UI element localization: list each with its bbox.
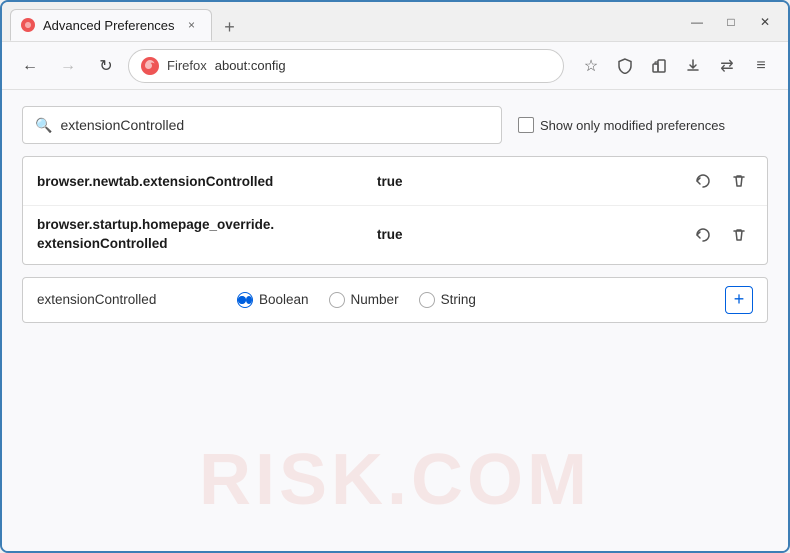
tab-close-button[interactable]: × [183, 16, 201, 34]
pref-value: true [377, 174, 689, 189]
boolean-radio[interactable] [237, 292, 253, 308]
nav-icons: ☆ ⇄ ≡ [576, 51, 776, 81]
reset-button[interactable] [689, 167, 717, 195]
type-number[interactable]: Number [329, 292, 399, 308]
tab-title: Advanced Preferences [43, 18, 175, 33]
url-bar[interactable]: Firefox about:config [128, 49, 564, 83]
download-icon[interactable] [678, 51, 708, 81]
pref-value: true [377, 227, 689, 242]
close-button[interactable]: ✕ [750, 8, 780, 36]
extension-icon[interactable] [644, 51, 674, 81]
show-modified-label: Show only modified preferences [540, 118, 725, 133]
main-content: RISK.COM 🔍 Show only modified preference… [2, 90, 788, 551]
search-icon: 🔍 [35, 117, 52, 134]
new-pref-name: extensionControlled [37, 292, 217, 307]
preference-search-box[interactable]: 🔍 [22, 106, 502, 144]
table-row: browser.newtab.extensionControlled true [23, 157, 767, 206]
back-button[interactable]: ← [14, 50, 46, 82]
delete-button[interactable] [725, 167, 753, 195]
pref-name: browser.newtab.extensionControlled [37, 174, 377, 189]
sync-icon[interactable]: ⇄ [712, 51, 742, 81]
string-radio[interactable] [419, 292, 435, 308]
row-actions [689, 167, 753, 195]
maximize-button[interactable]: □ [716, 8, 746, 36]
boolean-label: Boolean [259, 292, 309, 307]
firefox-icon [141, 57, 159, 75]
nav-bar: ← → ↻ Firefox about:config ☆ ⇄ ≡ [2, 42, 788, 90]
pref-name: browser.startup.homepage_override. exten… [37, 216, 377, 254]
window-controls: — □ ✕ [682, 8, 780, 36]
new-tab-button[interactable]: + [216, 13, 244, 41]
tab-area: Advanced Preferences × + [10, 2, 682, 41]
tab-favicon [21, 18, 35, 32]
type-string[interactable]: String [419, 292, 476, 308]
string-label: String [441, 292, 476, 307]
number-label: Number [351, 292, 399, 307]
type-boolean[interactable]: Boolean [237, 292, 309, 308]
reset-button[interactable] [689, 221, 717, 249]
menu-icon[interactable]: ≡ [746, 51, 776, 81]
pref-name-line2: extensionControlled [37, 235, 377, 254]
reload-button[interactable]: ↻ [90, 50, 122, 82]
active-tab[interactable]: Advanced Preferences × [10, 9, 212, 41]
search-input[interactable] [60, 117, 489, 133]
type-radio-group: Boolean Number String [237, 292, 705, 308]
number-radio[interactable] [329, 292, 345, 308]
url-text: about:config [215, 58, 551, 73]
shield-icon [610, 51, 640, 81]
row-actions [689, 221, 753, 249]
pref-name-line1: browser.startup.homepage_override. [37, 216, 377, 235]
search-row: 🔍 Show only modified preferences [22, 106, 768, 144]
forward-button[interactable]: → [52, 50, 84, 82]
title-bar: Advanced Preferences × + — □ ✕ [2, 2, 788, 42]
browser-window: Advanced Preferences × + — □ ✕ ← → ↻ Fir… [0, 0, 790, 553]
minimize-button[interactable]: — [682, 8, 712, 36]
browser-brand: Firefox [167, 58, 207, 73]
delete-button[interactable] [725, 221, 753, 249]
bookmark-star-icon[interactable]: ☆ [576, 51, 606, 81]
add-preference-row: extensionControlled Boolean Number Strin… [22, 277, 768, 323]
watermark: RISK.COM [199, 439, 591, 521]
show-modified-option[interactable]: Show only modified preferences [518, 117, 725, 133]
add-preference-button[interactable]: + [725, 286, 753, 314]
results-table: browser.newtab.extensionControlled true … [22, 156, 768, 265]
table-row: browser.startup.homepage_override. exten… [23, 206, 767, 264]
show-modified-checkbox[interactable] [518, 117, 534, 133]
